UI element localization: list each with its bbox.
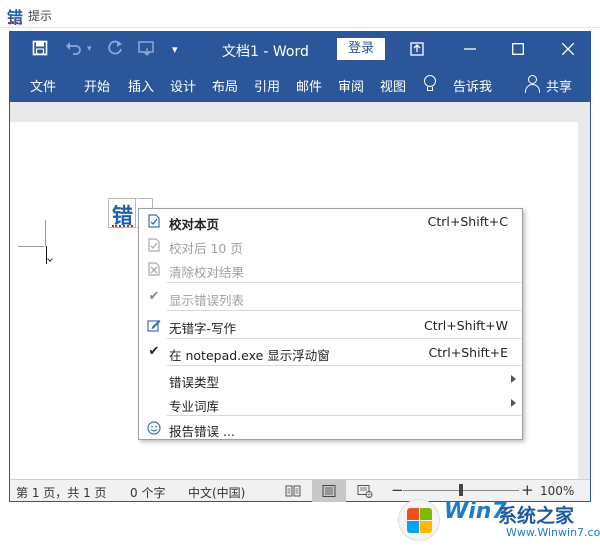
error-underline xyxy=(112,224,133,227)
margin-mark xyxy=(45,220,46,246)
proofread-next-icon xyxy=(147,238,161,252)
outer-window-title: 提示 xyxy=(28,9,53,23)
windows-logo-icon xyxy=(398,499,440,541)
tab-design[interactable]: 设计 xyxy=(170,76,196,95)
language-indicator[interactable]: 中文(中国) xyxy=(188,484,245,501)
menu-separator xyxy=(167,310,521,311)
customize-dropdown-icon[interactable]: ▾ xyxy=(172,43,178,56)
watermark: Win7 系统之家 Www.Winwin7.com xyxy=(398,497,600,543)
outer-title-bar: 错 提示 xyxy=(0,0,600,28)
menu-item-clear-results[interactable]: 清除校对结果 xyxy=(139,257,522,281)
menu-item-label: 清除校对结果 xyxy=(169,265,245,280)
word-count[interactable]: 0 个字 xyxy=(130,484,165,501)
margin-mark xyxy=(18,246,44,247)
read-mode-icon[interactable] xyxy=(276,480,310,502)
app-error-icon: 错 xyxy=(7,8,24,27)
tab-references[interactable]: 引用 xyxy=(254,76,280,95)
tab-mailings[interactable]: 邮件 xyxy=(296,76,322,95)
ribbon-tab-bar: 文件 开始 插入 设计 布局 引用 邮件 审阅 视图 告诉我 共享 xyxy=(10,66,590,102)
menu-separator xyxy=(167,365,521,366)
write-icon xyxy=(147,318,161,332)
menu-item-shortcut: Ctrl+Shift+W xyxy=(424,318,508,333)
menu-item-label: 校对后 10 页 xyxy=(169,241,243,256)
web-layout-icon[interactable] xyxy=(348,480,382,502)
proofread-page-icon xyxy=(147,214,161,228)
menu-item-shortcut: Ctrl+Shift+E xyxy=(428,345,509,360)
menu-item-error-types[interactable]: 错误类型 xyxy=(139,367,522,391)
zoom-slider-thumb[interactable] xyxy=(459,484,463,496)
ribbon-display-icon[interactable] xyxy=(404,37,430,61)
minimize-icon[interactable] xyxy=(457,37,483,61)
menu-item-show-error-list[interactable]: ✔ 显示错误列表 xyxy=(139,285,522,309)
login-button[interactable]: 登录 xyxy=(337,38,385,60)
tab-insert[interactable]: 插入 xyxy=(128,76,154,95)
watermark-brand-suffix: 系统之家 xyxy=(498,505,575,527)
chevron-right-icon xyxy=(511,375,516,383)
tab-home[interactable]: 开始 xyxy=(84,76,110,95)
menu-separator xyxy=(167,338,521,339)
menu-item-label: 专业词库 xyxy=(169,399,220,414)
share-label[interactable]: 共享 xyxy=(546,76,572,95)
save-icon[interactable] xyxy=(32,40,48,60)
print-layout-icon[interactable] xyxy=(312,480,346,502)
menu-item-floating-window[interactable]: ✔ 在 notepad.exe 显示浮动窗 Ctrl+Shift+E xyxy=(139,340,522,364)
undo-icon[interactable] xyxy=(65,40,83,60)
page-info[interactable]: 第 1 页，共 1 页 xyxy=(16,484,107,501)
zoom-level[interactable]: 100% xyxy=(540,484,574,498)
menu-item-label: 校对本页 xyxy=(169,217,220,232)
smile-icon xyxy=(147,421,161,435)
menu-item-label: 显示错误列表 xyxy=(169,293,245,308)
redo-icon[interactable] xyxy=(107,40,123,60)
clear-results-icon xyxy=(147,262,161,276)
paragraph-mark xyxy=(47,256,53,262)
text-cursor xyxy=(46,246,47,264)
menu-item-label: 报告错误 ... xyxy=(169,424,235,439)
tab-review[interactable]: 审阅 xyxy=(338,76,364,95)
maximize-icon[interactable] xyxy=(505,37,531,61)
menu-item-proofread-page[interactable]: 校对本页 Ctrl+Shift+C xyxy=(139,209,522,233)
word-title-bar: ▾ ▾ 文档1 - Word 登录 xyxy=(10,32,590,66)
menu-item-dictionary[interactable]: 专业词库 xyxy=(139,391,522,415)
menu-item-label: 错误类型 xyxy=(169,375,220,390)
menu-separator xyxy=(167,282,521,283)
check-icon: ✔ xyxy=(148,344,160,359)
tab-file[interactable]: 文件 xyxy=(30,76,56,95)
undo-dropdown-icon[interactable]: ▾ xyxy=(87,44,92,54)
watermark-url: Www.Winwin7.com xyxy=(506,526,600,539)
menu-item-report-error[interactable]: 报告错误 ... xyxy=(139,416,522,440)
tell-me-label[interactable]: 告诉我 xyxy=(453,76,492,95)
menu-item-label: 在 notepad.exe 显示浮动窗 xyxy=(169,348,330,363)
tab-view[interactable]: 视图 xyxy=(380,76,406,95)
close-icon[interactable] xyxy=(555,37,581,61)
check-icon: ✔ xyxy=(148,289,160,304)
error-badge[interactable]: 错 xyxy=(108,198,136,228)
menu-item-write[interactable]: 无错字-写作 Ctrl+Shift+W xyxy=(139,313,522,337)
document-title: 文档1 - Word xyxy=(222,44,309,60)
touch-mode-icon[interactable] xyxy=(138,40,156,60)
menu-item-shortcut: Ctrl+Shift+C xyxy=(427,214,508,229)
share-person-icon[interactable] xyxy=(525,75,541,93)
menu-item-proofread-next[interactable]: 校对后 10 页 xyxy=(139,233,522,257)
menu-item-label: 无错字-写作 xyxy=(169,321,237,336)
chevron-right-icon xyxy=(511,399,516,407)
tab-layout[interactable]: 布局 xyxy=(212,76,238,95)
context-menu: 校对本页 Ctrl+Shift+C 校对后 10 页 清除校对结果 ✔ 显示错误… xyxy=(138,208,523,440)
lightbulb-icon[interactable] xyxy=(423,75,437,93)
